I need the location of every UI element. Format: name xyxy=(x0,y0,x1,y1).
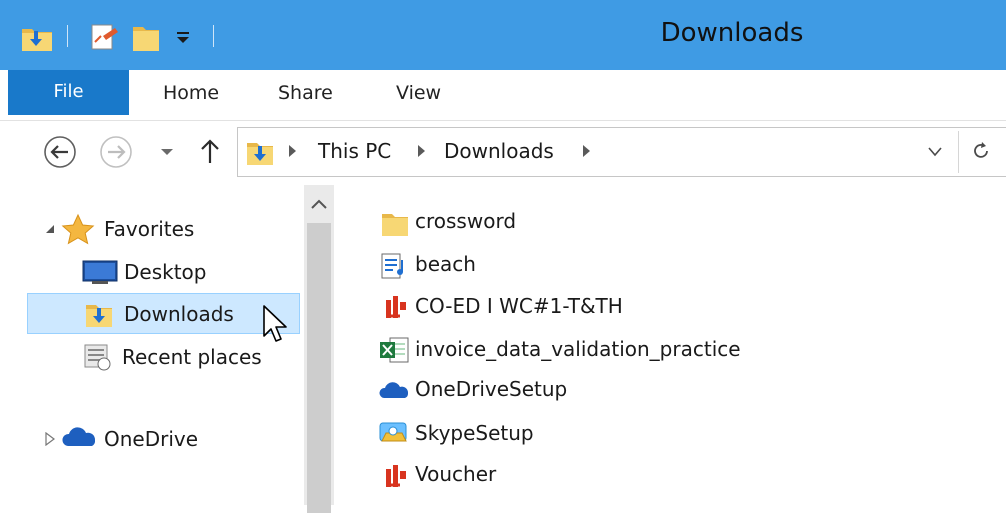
expanded-arrow-icon[interactable] xyxy=(44,223,56,235)
desktop-icon xyxy=(82,260,118,284)
tab-file[interactable]: File xyxy=(8,70,129,115)
separator xyxy=(958,131,959,173)
nav-recent-places[interactable]: Recent places xyxy=(122,345,262,369)
breadcrumb-separator-icon[interactable] xyxy=(418,145,425,157)
mouse-cursor-icon xyxy=(263,305,287,342)
forward-button[interactable] xyxy=(99,135,133,169)
collapsed-arrow-icon[interactable] xyxy=(44,432,56,446)
breadcrumb-separator-icon[interactable] xyxy=(583,145,590,157)
file-item[interactable]: OneDriveSetup xyxy=(415,377,567,401)
nav-desktop[interactable]: Desktop xyxy=(124,260,206,284)
scrollbar-thumb[interactable] xyxy=(307,223,331,513)
downloads-folder-icon xyxy=(86,305,112,327)
ribbon-tab-bar xyxy=(0,70,1006,121)
nav-downloads[interactable]: Downloads xyxy=(124,302,234,326)
breadcrumb-this-pc[interactable]: This PC xyxy=(318,139,391,163)
file-item[interactable]: CO-ED I WC#1-T&TH xyxy=(415,294,623,318)
onedrive-icon xyxy=(379,382,409,398)
pdf-icon xyxy=(385,296,407,318)
file-item[interactable]: crossword xyxy=(415,209,516,233)
scroll-up-arrow-icon[interactable] xyxy=(309,197,329,211)
up-arrow-button[interactable] xyxy=(199,137,221,165)
skype-setup-icon xyxy=(379,422,407,442)
breadcrumb-downloads[interactable]: Downloads xyxy=(444,139,554,163)
tab-home[interactable]: Home xyxy=(163,82,219,104)
onedrive-icon xyxy=(62,427,96,446)
file-item[interactable]: invoice_data_validation_practice xyxy=(415,337,741,361)
excel-icon xyxy=(380,337,409,363)
window-title: Downloads xyxy=(660,18,804,48)
pdf-icon xyxy=(385,465,407,487)
breadcrumb-separator-icon[interactable] xyxy=(289,145,296,157)
address-history-chevron-icon[interactable] xyxy=(928,147,942,157)
file-item[interactable]: SkypeSetup xyxy=(415,421,534,445)
tab-share[interactable]: Share xyxy=(278,82,333,104)
downloads-folder-icon xyxy=(247,143,273,165)
folder-icon xyxy=(382,214,408,236)
nav-onedrive[interactable]: OneDrive xyxy=(104,427,198,451)
audio-file-icon xyxy=(381,253,403,279)
nav-favorites[interactable]: Favorites xyxy=(104,217,194,241)
file-item[interactable]: Voucher xyxy=(415,462,496,486)
file-item[interactable]: beach xyxy=(415,252,476,276)
refresh-icon[interactable] xyxy=(970,140,992,162)
star-icon xyxy=(61,213,95,245)
recent-places-icon xyxy=(84,344,111,371)
back-button[interactable] xyxy=(43,135,77,169)
tab-view[interactable]: View xyxy=(396,82,441,104)
recent-locations-chevron-icon[interactable] xyxy=(160,147,174,157)
